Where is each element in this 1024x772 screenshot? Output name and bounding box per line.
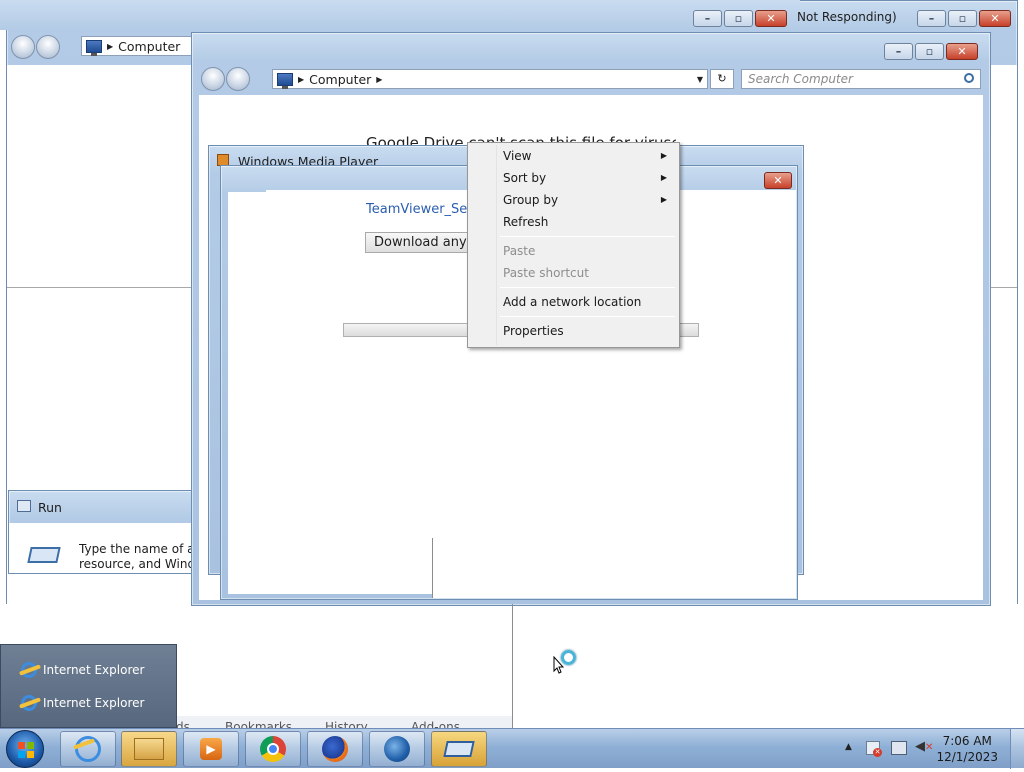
menu-item-add-network-location[interactable]: Add a network location — [470, 291, 677, 313]
forward-button[interactable] — [36, 35, 60, 59]
menu-item-label: Properties — [503, 324, 564, 338]
show-hidden-icons-icon[interactable]: ▲ — [845, 742, 852, 752]
thunderbird-icon — [384, 736, 410, 762]
maximize-button[interactable]: ▫ — [915, 43, 944, 60]
run-icon — [443, 741, 475, 757]
back-window-caption — [0, 0, 800, 30]
taskbar-thunderbird[interactable] — [369, 731, 425, 767]
menu-item-label: Add a network location — [503, 295, 642, 309]
menu-item-label: Refresh — [503, 215, 549, 229]
not-responding-caption-buttons: – ▫ ✕ — [917, 10, 1011, 27]
menu-item-paste-shortcut: Paste shortcut — [470, 262, 677, 284]
taskbar-windows-explorer[interactable] — [121, 731, 177, 767]
submenu-arrow-icon: ▶ — [660, 195, 667, 204]
run-icon — [17, 500, 31, 512]
not-responding-title: Not Responding) — [797, 10, 897, 24]
menu-item-label: Paste — [503, 244, 536, 258]
show-desktop-button[interactable] — [1010, 729, 1024, 769]
menu-add-ons[interactable]: Add-ons — [411, 720, 460, 728]
refresh-button[interactable]: ↻ — [710, 69, 734, 89]
address-label: Computer — [309, 71, 372, 87]
menu-separator — [500, 316, 675, 317]
folder-icon — [134, 738, 164, 760]
minimize-button[interactable]: – — [693, 10, 722, 27]
forward-button[interactable] — [226, 67, 250, 91]
chevron-right-icon: ▶ — [376, 74, 383, 84]
minimize-button[interactable]: – — [917, 10, 946, 27]
jump-list: Internet Explorer Internet Explorer — [0, 644, 177, 728]
clock-time: 7:06 AM — [942, 734, 992, 748]
computer-icon — [277, 72, 293, 89]
maximize-button[interactable]: ▫ — [948, 10, 977, 27]
media-player-icon: ▶ — [200, 738, 222, 760]
minimize-button[interactable]: – — [884, 43, 913, 60]
clock-date: 12/1/2023 — [936, 750, 998, 764]
address-bar[interactable]: ▶ Computer — [81, 36, 201, 56]
jump-list-item[interactable]: Internet Explorer — [21, 659, 144, 681]
network-icon[interactable] — [891, 741, 907, 755]
busy-ring-icon — [561, 650, 576, 665]
computer-icon — [86, 39, 102, 56]
menu-item-label: Group by — [503, 193, 559, 207]
submenu-arrow-icon: ▶ — [660, 173, 667, 182]
firefox-menubar: ds Bookmarks History Add-ons — [176, 716, 512, 728]
menu-item-properties[interactable]: Properties — [470, 320, 677, 342]
file-link[interactable]: TeamViewer_Setu — [366, 202, 481, 217]
taskbar-firefox[interactable] — [307, 731, 363, 767]
taskbar-chrome[interactable] — [245, 731, 301, 767]
menu-history[interactable]: History — [325, 720, 368, 728]
close-button[interactable]: ✕ — [946, 43, 978, 60]
internet-explorer-icon — [21, 662, 37, 678]
address-label: Computer — [118, 38, 181, 54]
address-bar[interactable]: ▶ Computer ▶ ▼ — [272, 69, 708, 89]
firefox-icon — [322, 736, 348, 762]
start-orb[interactable] — [6, 730, 44, 768]
menu-item-label: View — [503, 149, 532, 163]
run-program-icon — [27, 547, 61, 563]
jump-list-item-label: Internet Explorer — [43, 696, 145, 710]
menu-item-sort-by[interactable]: Sort by ▶ — [470, 167, 677, 189]
run-title: Run — [38, 500, 62, 515]
search-icon — [964, 73, 974, 83]
jump-list-item[interactable]: Internet Explorer — [21, 692, 144, 714]
context-menu: View ▶ Sort by ▶ Group by ▶ Refresh Paste P… — [467, 142, 680, 348]
back-window-caption-buttons: – ▫ ✕ — [693, 10, 787, 27]
chevron-right-icon: ▶ — [298, 74, 305, 84]
menu-item-group-by[interactable]: Group by ▶ — [470, 189, 677, 211]
menu-separator — [500, 236, 675, 237]
taskbar-run-dialog[interactable] — [431, 731, 487, 767]
menu-item-paste: Paste — [470, 240, 677, 262]
maximize-button[interactable]: ▫ — [724, 10, 753, 27]
menu-bookmarks[interactable]: Bookmarks — [225, 720, 292, 728]
menu-item-label: Sort by — [503, 171, 547, 185]
back-button[interactable] — [201, 67, 225, 91]
taskbar: ▶ ▲ ✕ ◀✕ 7:06 AM 12/1/2023 — [0, 728, 1024, 769]
menu-tools[interactable]: ds — [176, 720, 190, 728]
action-center-icon[interactable]: ✕ — [866, 741, 882, 757]
taskbar-internet-explorer[interactable] — [60, 731, 116, 767]
search-input[interactable]: Search Computer — [741, 69, 981, 89]
close-button[interactable]: ✕ — [764, 172, 792, 189]
address-dropdown-icon[interactable]: ▼ — [697, 75, 703, 84]
menu-item-refresh[interactable]: Refresh — [470, 211, 677, 233]
close-button[interactable]: ✕ — [755, 10, 787, 27]
internet-explorer-icon — [21, 695, 37, 711]
clock[interactable]: 7:06 AM 12/1/2023 — [936, 733, 998, 765]
windows-logo-icon — [18, 742, 34, 758]
submenu-arrow-icon: ▶ — [660, 151, 667, 160]
download-anyway-button[interactable]: Download anyw — [365, 232, 469, 253]
menu-item-view[interactable]: View ▶ — [470, 145, 677, 167]
menu-separator — [500, 287, 675, 288]
jump-list-item-label: Internet Explorer — [43, 663, 145, 677]
taskbar-media-player[interactable]: ▶ — [183, 731, 239, 767]
internet-explorer-icon — [75, 736, 101, 762]
volume-muted-icon[interactable]: ◀✕ — [915, 739, 935, 759]
back-button[interactable] — [11, 35, 35, 59]
close-button[interactable]: ✕ — [979, 10, 1011, 27]
menu-item-label: Paste shortcut — [503, 266, 589, 280]
chrome-icon — [260, 736, 286, 762]
chevron-right-icon: ▶ — [107, 41, 114, 51]
